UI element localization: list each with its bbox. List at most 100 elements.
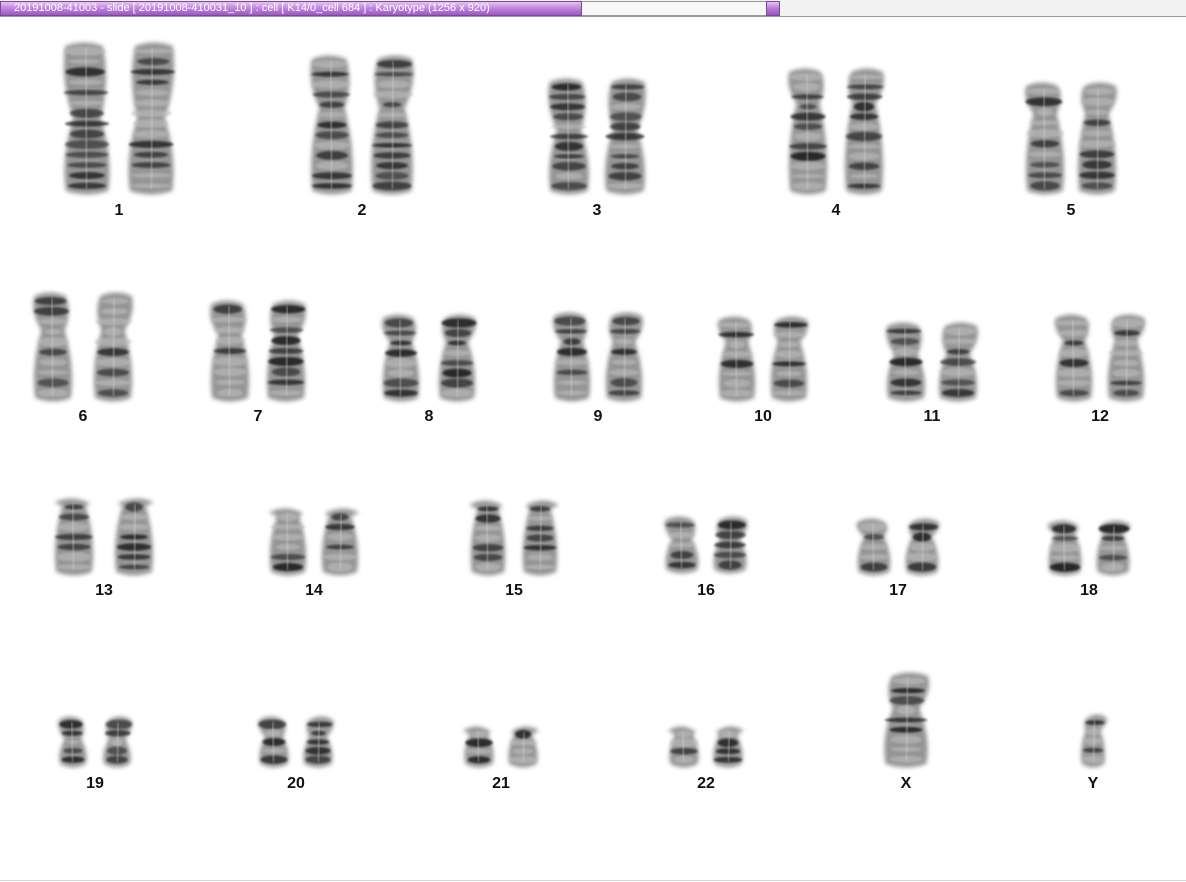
chromosome-14-homolog-b-band bbox=[325, 523, 355, 531]
chromosome-18-homolog-b-band bbox=[1101, 535, 1125, 541]
chromosome-15-homolog-b-band bbox=[529, 506, 551, 512]
chromosome-y-homolog-band bbox=[1083, 737, 1103, 745]
chromosome-14-homolog-a-band bbox=[272, 533, 304, 541]
chromosome-15-homolog-b-band bbox=[526, 525, 554, 531]
chromosome-20[interactable]: 20 bbox=[258, 716, 334, 793]
chromosome-y-homolog-band bbox=[1085, 727, 1101, 736]
chromosome-13-homolog-a-band bbox=[58, 522, 90, 532]
chromosome-x[interactable]: X bbox=[884, 672, 930, 793]
chromosome-label: 1 bbox=[115, 202, 124, 219]
chromosome-3[interactable]: 3 bbox=[548, 78, 646, 220]
chromosome-18-homolog-a-band bbox=[1051, 536, 1079, 541]
chromosome-13-homolog-a-band bbox=[58, 513, 90, 521]
chromosome-16[interactable]: 16 bbox=[664, 516, 748, 600]
chromosome-1[interactable]: 1 bbox=[62, 42, 175, 220]
chromosome-14[interactable]: 14 bbox=[269, 508, 359, 600]
karyotype-window: 20191008-41003 - slide [ 20191008-410031… bbox=[0, 0, 1186, 882]
chromosome-13-homolog-b-band bbox=[119, 514, 149, 520]
chromosome-22-homolog-a-band bbox=[676, 730, 692, 739]
chromosome-2-homolog-b-band bbox=[376, 112, 408, 118]
chromosome-label: 3 bbox=[593, 202, 602, 219]
chromosome-9-homolog-b-band bbox=[611, 348, 637, 356]
chromosome-4-homolog-b-band bbox=[849, 113, 879, 120]
chromosome-13[interactable]: 13 bbox=[54, 498, 154, 600]
chromosome-label: 4 bbox=[832, 202, 841, 219]
chromosome-label: 20 bbox=[287, 775, 305, 792]
chromosome-12-homolog-b-band bbox=[1115, 339, 1137, 347]
chromosome-label: 15 bbox=[505, 582, 523, 599]
chromosome-22-homolog-b-band bbox=[717, 738, 739, 748]
chromosome-13-homolog-b-band bbox=[118, 523, 150, 531]
chromosome-label: 9 bbox=[594, 408, 603, 425]
chromosome-8-homolog-a-band bbox=[390, 340, 412, 346]
chromosome-y[interactable]: Y bbox=[1081, 714, 1108, 793]
chromosome-1-homolog-b-band bbox=[137, 57, 170, 66]
chromosome-label: Y bbox=[1088, 775, 1099, 792]
chromosome-11[interactable]: 11 bbox=[886, 322, 978, 426]
chromosome-12[interactable]: 12 bbox=[1054, 314, 1145, 426]
chromosome-14-homolog-b-band bbox=[331, 513, 349, 521]
chromosome-2[interactable]: 2 bbox=[310, 55, 414, 220]
chromosome-6-homolog-b-band bbox=[101, 298, 129, 305]
chromosome-22[interactable]: 22 bbox=[668, 726, 744, 793]
chromosome-2-homolog-a-band bbox=[316, 111, 348, 118]
chromosome-1-homolog-b-band bbox=[132, 48, 175, 54]
chromosome-label: 21 bbox=[492, 775, 510, 792]
chromosome-5-homolog-a-band bbox=[1030, 120, 1060, 126]
chromosome-13-homolog-b-band bbox=[125, 502, 143, 512]
chromosome-7[interactable]: 7 bbox=[209, 300, 306, 426]
chromosome-7-homolog-a-band bbox=[215, 336, 245, 345]
chromosome-22-homolog-a-band bbox=[669, 738, 699, 748]
chromosome-21-homolog-a-band bbox=[471, 730, 487, 738]
chromosome-label: 2 bbox=[358, 202, 367, 219]
chromosome-12-homolog-b-band bbox=[1108, 349, 1144, 357]
chromosome-18[interactable]: 18 bbox=[1047, 520, 1131, 600]
karyotype-panel: 1 2 3 4 56 7 8 9 10 11 1213 14 15 16 17 1819 20 21 22 X Y bbox=[33, 42, 1145, 793]
chromosome-15-homolog-a-band bbox=[475, 514, 501, 523]
chromosome-4-homolog-a-band bbox=[790, 112, 826, 121]
chromosome-14-homolog-a-band bbox=[278, 512, 298, 522]
chromosome-10[interactable]: 10 bbox=[717, 316, 808, 426]
chromosome-10-homolog-b-band bbox=[778, 341, 800, 348]
chromosome-x-homolog-band bbox=[892, 677, 926, 685]
chromosome-10-homolog-a-band bbox=[728, 340, 746, 349]
chromosome-17-homolog-b-band bbox=[913, 532, 931, 542]
chromosome-4-homolog-b-band bbox=[853, 102, 875, 112]
chromosome-21-homolog-b-band bbox=[515, 729, 532, 739]
chromosome-14-homolog-b-band bbox=[326, 533, 354, 541]
chromosome-label: X bbox=[901, 775, 912, 792]
chromosome-label: 17 bbox=[889, 582, 907, 599]
chromosome-17-homolog-a-band bbox=[864, 534, 884, 540]
chromosome-2-homolog-a-band bbox=[312, 60, 347, 68]
chromosome-9[interactable]: 9 bbox=[553, 312, 643, 426]
chromosome-label: 6 bbox=[79, 408, 88, 425]
chromosome-8[interactable]: 8 bbox=[382, 314, 477, 426]
chromosome-6-homolog-b-band bbox=[104, 327, 122, 337]
chromosome-label: 7 bbox=[254, 408, 263, 425]
chromosome-13-homolog-a-band bbox=[64, 504, 84, 510]
chromosome-8-homolog-b-band bbox=[447, 340, 467, 346]
chromosome-15-homolog-a-band bbox=[473, 525, 503, 531]
chromosome-21[interactable]: 21 bbox=[463, 726, 539, 793]
chromosome-4[interactable]: 4 bbox=[788, 68, 885, 220]
chromosome-22-homolog-b-band bbox=[720, 729, 736, 739]
chromosome-15[interactable]: 15 bbox=[469, 500, 559, 600]
chromosome-5[interactable]: 5 bbox=[1024, 82, 1117, 220]
chromosome-8-homolog-b-band bbox=[442, 349, 472, 357]
chromosome-x-homolog-band bbox=[896, 705, 916, 715]
chromosome-label: 16 bbox=[697, 582, 715, 599]
chromosome-3-homolog-b-band bbox=[610, 84, 645, 90]
chromosome-5-homolog-a-band bbox=[1036, 108, 1054, 117]
chromosome-7-homolog-b-band bbox=[271, 336, 301, 346]
chromosome-9-homolog-b-band bbox=[614, 338, 634, 346]
chromosome-19[interactable]: 19 bbox=[58, 716, 133, 793]
chromosome-3-homolog-a-band bbox=[551, 83, 582, 91]
chromosome-label: 5 bbox=[1067, 202, 1076, 219]
chromosome-label: 11 bbox=[924, 408, 941, 425]
chromosome-label: 8 bbox=[425, 408, 434, 425]
chromosome-label: 12 bbox=[1091, 408, 1109, 425]
chromosome-label: 14 bbox=[305, 582, 323, 599]
chromosome-6[interactable]: 6 bbox=[33, 292, 133, 426]
chromosome-17[interactable]: 17 bbox=[856, 518, 940, 600]
chromosome-6-homolog-a-band bbox=[44, 328, 62, 335]
